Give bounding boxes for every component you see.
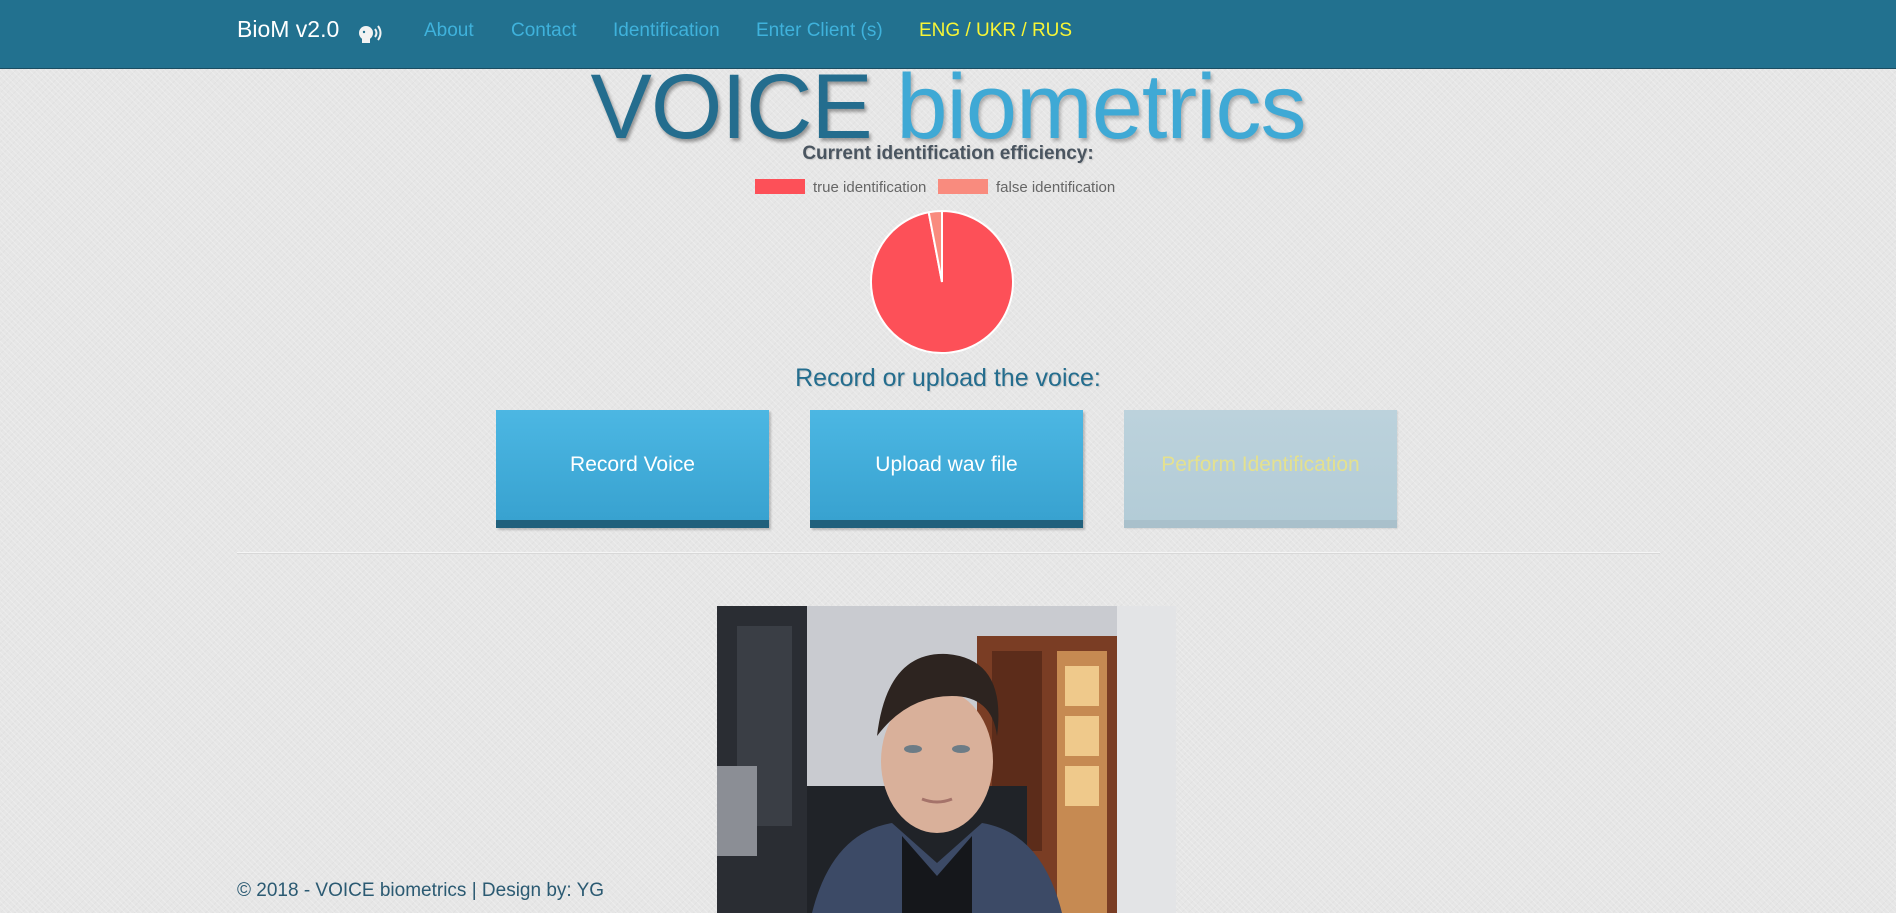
speaking-head-icon xyxy=(359,25,382,43)
legend-swatch xyxy=(755,179,805,194)
nav-about[interactable]: About xyxy=(424,20,474,42)
efficiency-pie-chart: true identification false identification xyxy=(755,179,1115,354)
upload-wav-button[interactable]: Upload wav file xyxy=(810,410,1083,528)
nav-contact[interactable]: Contact xyxy=(511,20,576,42)
legend-label: true identification xyxy=(813,179,926,196)
record-upload-title: Record or upload the voice: xyxy=(795,364,1101,392)
brand-link[interactable]: BioM v2.0 xyxy=(237,16,339,43)
divider xyxy=(237,552,1660,554)
nav-enter-client[interactable]: Enter Client (s) xyxy=(756,20,883,42)
nav-identification[interactable]: Identification xyxy=(613,20,720,42)
language-switcher[interactable]: ENG / UKR / RUS xyxy=(919,20,1072,42)
legend-label: false identification xyxy=(996,179,1115,196)
page-title: VOICE biometrics xyxy=(0,57,1896,157)
perform-identification-button: Perform Identification xyxy=(1124,410,1397,528)
record-voice-button[interactable]: Record Voice xyxy=(496,410,769,528)
legend-swatch xyxy=(938,179,988,194)
footer-text: © 2018 - VOICE biometrics | Design by: Y… xyxy=(237,880,605,901)
efficiency-title: Current identification efficiency: xyxy=(802,143,1094,164)
webcam-image xyxy=(717,606,1176,913)
webcam-preview xyxy=(717,606,1176,913)
